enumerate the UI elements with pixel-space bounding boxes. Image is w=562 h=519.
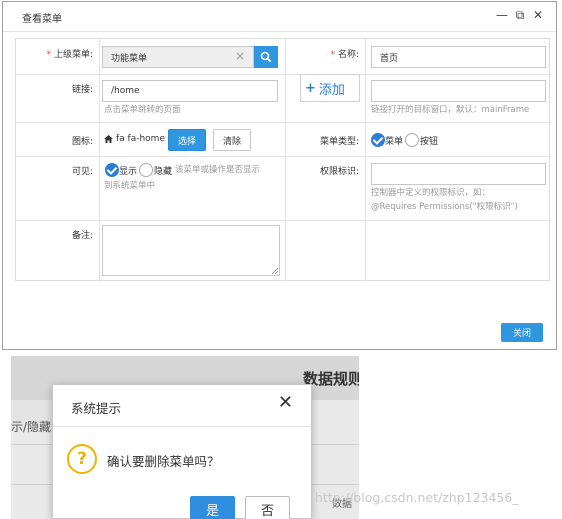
home-icon [104, 135, 113, 143]
confirm-message: 确认要删除菜单吗？ [107, 454, 220, 469]
select-icon-button[interactable]: 选择 [168, 129, 206, 151]
clear-icon-button[interactable]: 清除 [213, 129, 251, 151]
dialog-header: 查看菜单 — ⧉ ✕ [3, 2, 556, 32]
dialog-title: 查看菜单 [22, 14, 62, 25]
close-button[interactable]: 关闭 [501, 323, 543, 342]
close-icon[interactable]: ✕ [532, 8, 544, 22]
parent-menu-input[interactable]: 功能菜单 × [102, 46, 254, 68]
clear-icon[interactable]: × [235, 49, 245, 63]
type-label-cell: 菜单类型: [286, 123, 366, 157]
target-field-cell: 链接打开的目标窗口，默认：mainFrame [366, 75, 551, 123]
permission-hint-1: 控制器中定义的权限标识，如： [371, 188, 491, 198]
link-label-cell: 链接: [16, 75, 100, 123]
watermark: http://blog.csdn.net/zhp123456_ [315, 490, 519, 505]
visible-field-cell: 显示 隐藏 该菜单或操作是否显示 到系统菜单中 [100, 157, 286, 221]
confirm-title: 系统提示 [71, 401, 122, 416]
visible-hint-2: 到系统菜单中 [104, 181, 156, 191]
parent-label: * 上级菜单: [46, 50, 93, 60]
radio-button-label: 按钮 [420, 137, 439, 147]
visible-label-cell: 可见: [16, 157, 100, 221]
search-button[interactable] [254, 46, 278, 68]
radio-menu[interactable] [371, 133, 385, 147]
type-field-cell: 菜单 按钮 [366, 123, 551, 157]
confirm-close-icon[interactable]: ✕ [278, 394, 293, 412]
name-field-cell: 首页 [366, 39, 551, 75]
icon-label: 图标: [71, 137, 93, 147]
remark-label-cell: 备注: [16, 221, 100, 282]
link-hint: 点击菜单跳转的页面 [104, 105, 181, 115]
radio-button[interactable] [405, 133, 419, 147]
link-input[interactable]: /home [102, 80, 278, 102]
radio-hide[interactable] [139, 163, 153, 177]
show-hide-text: 示/隐藏 [11, 420, 52, 434]
question-icon: ? [67, 444, 97, 474]
resize-handle-icon[interactable] [272, 268, 278, 274]
icon-field-cell: fa fa-home 选择 清除 [100, 123, 286, 157]
permission-input[interactable] [371, 163, 546, 185]
name-label: * 名称: [330, 50, 359, 60]
parent-field-cell: 功能菜单 × [100, 39, 286, 75]
remark-textarea[interactable] [102, 225, 280, 276]
empty-label-cell [286, 221, 366, 282]
target-hint: 链接打开的目标窗口，默认：mainFrame [371, 105, 530, 115]
minimize-icon[interactable]: — [496, 8, 508, 22]
visible-label: 可见: [71, 167, 93, 177]
parent-label-cell: * 上级菜单: [16, 39, 100, 75]
name-input[interactable]: 首页 [371, 46, 546, 68]
yes-button[interactable]: 是 [190, 496, 235, 519]
target-input[interactable] [371, 80, 546, 102]
search-icon [260, 51, 272, 63]
no-button[interactable]: 否 [245, 496, 290, 519]
dialog-controls: — ⧉ ✕ [496, 8, 544, 22]
permission-field-cell: 控制器中定义的权限标识，如： @Requires Permissions("权限… [366, 157, 551, 221]
link-field-cell: /home 点击菜单跳转的页面 [100, 75, 286, 123]
empty-field-cell [366, 221, 551, 282]
link-label: 链接: [71, 85, 93, 95]
add-button[interactable]: + 添加 [300, 74, 360, 102]
type-label: 菜单类型: [319, 137, 359, 147]
permission-hint-2: @Requires Permissions("权限标识") [371, 202, 518, 212]
icon-preview: fa fa-home [104, 134, 165, 144]
permission-label: 权限标识: [319, 167, 359, 177]
radio-show-label: 显示 [119, 167, 138, 177]
radio-hide-label: 隐藏 [154, 167, 173, 177]
visible-hint-1: 该菜单或操作是否显示 [175, 165, 261, 175]
remark-label: 备注: [71, 231, 93, 241]
radio-show[interactable] [105, 163, 119, 177]
view-menu-dialog: 查看菜单 — ⧉ ✕ * 上级菜单: 功能菜单 × * 名称: 首页 链接: /… [2, 1, 557, 350]
remark-field-cell [100, 221, 286, 282]
maximize-icon[interactable]: ⧉ [514, 8, 526, 22]
radio-menu-label: 菜单 [385, 137, 404, 147]
name-label-cell: * 名称: [286, 39, 366, 75]
confirm-dialog: 系统提示 ✕ ? 确认要删除菜单吗？ 是 否 [52, 384, 312, 519]
plus-icon: + [305, 80, 316, 96]
icon-label-cell: 图标: [16, 123, 100, 157]
confirm-header: 系统提示 ✕ [53, 385, 311, 427]
menu-form: * 上级菜单: 功能菜单 × * 名称: 首页 链接: /home 点击菜单跳转的页… [15, 38, 551, 282]
permission-label-cell: 权限标识: [286, 157, 366, 221]
